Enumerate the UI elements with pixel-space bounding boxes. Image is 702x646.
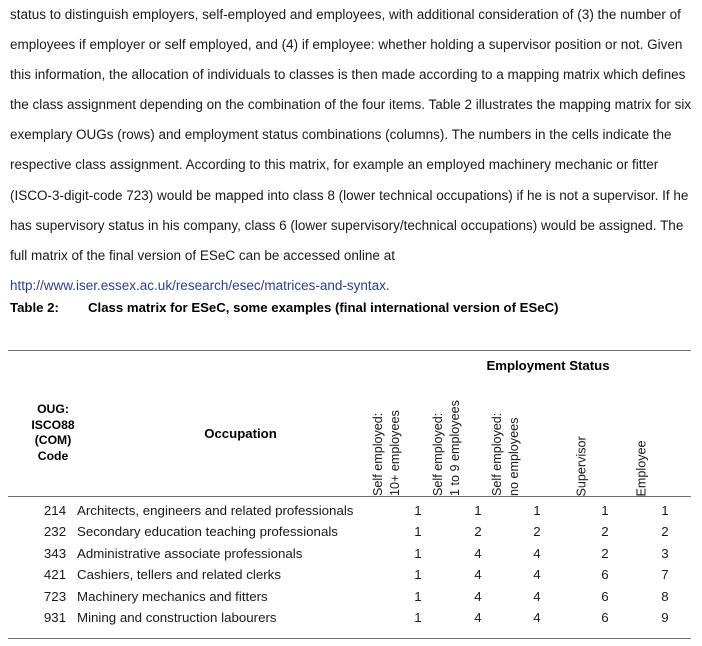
vheader-4-line-1: Employee (634, 439, 649, 496)
oug-header-line-1: OUG: (37, 402, 69, 416)
cell-value-self-employed-10-plus: 1 (414, 503, 422, 518)
esec-matrix-link[interactable]: http://www.iser.essex.ac.uk/research/ese… (10, 278, 386, 293)
cell-occupation: Administrative associate professionals (77, 545, 303, 561)
table-caption-label: Table 2: (10, 300, 59, 315)
oug-header-line-4: Code (37, 448, 69, 463)
cell-value-employee: 3 (661, 545, 669, 561)
cell-value-self-employed-1-to-9: 4 (474, 609, 482, 625)
table-body: 2 1 4 Architects, engineers and related pr… (8, 503, 691, 631)
cell-value-self-employed-none: 4 (533, 567, 541, 583)
table-row: 214 Architects, engineers and related pr… (8, 503, 691, 524)
cell-value-self-employed-none: 4 (533, 588, 541, 604)
cell-occupation: Architects, engineers and related profes… (77, 503, 354, 518)
table-caption: Table 2: Class matrix for ESeC, some exam… (10, 300, 692, 315)
table-rule-top (8, 350, 691, 351)
table-row: 723 Machinery mechanics and fitters 1 4 … (8, 589, 691, 610)
cell-value-self-employed-10-plus: 1 (414, 524, 422, 540)
cell-value-self-employed-none: 4 (533, 609, 541, 625)
cell-value-self-employed-1-to-9: 1 (474, 503, 482, 518)
cell-value-self-employed-10-plus: 1 (414, 609, 422, 625)
cell-value-supervisor: 2 (601, 545, 609, 561)
column-header-oug-code: OUG: ISCO88 (COM) Code (10, 402, 96, 464)
paragraph-continuation: status to distinguish employers, self-em… (10, 0, 692, 301)
vheader-0-line-1: Self employed: (371, 412, 385, 496)
cell-value-supervisor: 6 (601, 588, 609, 604)
cell-value-supervisor: 1 (601, 503, 609, 518)
column-header-supervisor: Supervisor (575, 386, 624, 496)
cell-occupation: Cashiers, tellers and related clerks (77, 567, 281, 583)
vheader-2-line-2: no employees (506, 417, 521, 496)
cell-value-self-employed-10-plus: 1 (414, 545, 422, 561)
cell-value-employee: 7 (661, 567, 669, 583)
oug-header-line-3: (COM) (34, 433, 72, 447)
paragraph-text: status to distinguish employers, self-em… (10, 7, 692, 263)
column-header-self-employed-none: Self employed: no employees (490, 386, 556, 496)
cell-value-supervisor: 6 (601, 567, 609, 583)
cell-value-self-employed-1-to-9: 2 (474, 524, 482, 540)
column-group-header-employment-status: Employment Status (486, 358, 610, 373)
link-trailing-period: . (385, 277, 390, 293)
cell-value-self-employed-none: 2 (533, 524, 541, 540)
cell-occupation: Machinery mechanics and fitters (77, 588, 268, 604)
table-row: 931 Mining and construction labourers 1 … (8, 610, 691, 631)
table-rule-bottom (8, 638, 691, 639)
cell-value-self-employed-10-plus: 1 (414, 588, 422, 604)
cell-occupation: Mining and construction labourers (77, 609, 277, 625)
table-row: 232 Secondary education teaching profess… (8, 524, 691, 545)
vheader-1-line-2: 1 to 9 employees (447, 400, 462, 496)
cell-value-supervisor: 2 (601, 524, 609, 540)
cell-value-employee: 8 (661, 588, 669, 604)
class-matrix-table: Employment Status OUG: ISCO88 (COM) Code… (8, 345, 691, 640)
cell-value-self-employed-1-to-9: 4 (474, 545, 482, 561)
cell-occupation: Secondary education teaching professiona… (77, 524, 338, 540)
column-header-occupation: Occupation (204, 426, 277, 441)
cell-value-self-employed-1-to-9: 4 (474, 588, 482, 604)
cell-value-self-employed-1-to-9: 4 (474, 567, 482, 583)
table-caption-text: Class matrix for ESeC, some examples (fi… (88, 300, 559, 315)
column-header-employee: Employee (635, 386, 684, 496)
cell-value-employee: 9 (661, 609, 669, 625)
vheader-2-line-1: Self employed: (490, 412, 504, 496)
cell-value-employee: 2 (661, 524, 669, 540)
table-row: 343 Administrative associate professiona… (8, 546, 691, 567)
cell-value-supervisor: 6 (601, 609, 609, 625)
vheader-0-line-2: 10+ employees (387, 410, 402, 496)
cell-value-self-employed-none: 1 (533, 503, 541, 518)
vheader-1-line-1: Self employed: (431, 412, 445, 496)
body-text: status to distinguish employers, self-em… (10, 0, 692, 301)
vheader-3-line-1: Supervisor (574, 435, 589, 496)
table-row: 421 Cashiers, tellers and related clerks… (8, 567, 691, 588)
cell-value-employee: 1 (661, 503, 669, 518)
oug-header-line-2: ISCO88 (31, 417, 75, 432)
cell-value-self-employed-none: 4 (533, 545, 541, 561)
cell-value-self-employed-10-plus: 1 (414, 567, 422, 583)
